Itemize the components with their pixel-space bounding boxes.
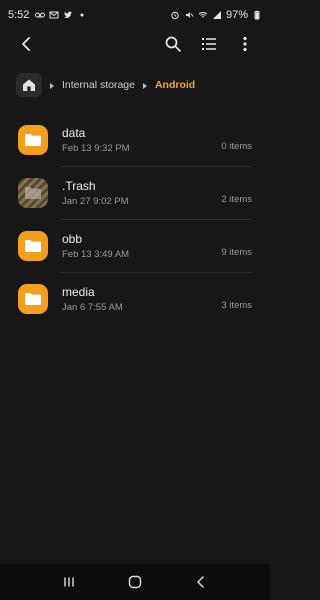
breadcrumb-internal-storage[interactable]: Internal storage xyxy=(62,79,135,91)
list-item[interactable]: media Jan 6 7:55 AM 3 items xyxy=(0,272,270,325)
battery-percent: 97% xyxy=(225,9,248,21)
battery-icon xyxy=(252,10,262,20)
file-date: Feb 13 3:49 AM xyxy=(62,248,130,260)
item-count: 9 items xyxy=(221,247,252,258)
file-name: media xyxy=(62,284,95,299)
list-item[interactable]: data Feb 13 9:32 PM 0 items xyxy=(0,113,270,166)
more-options-icon[interactable] xyxy=(234,33,256,55)
status-right: 97% xyxy=(170,9,262,21)
file-meta: media Jan 6 7:55 AM xyxy=(62,285,221,313)
item-count: 0 items xyxy=(221,141,252,152)
alarm-icon xyxy=(170,10,180,20)
file-list: data Feb 13 9:32 PM 0 items .Trash Jan 2… xyxy=(0,113,270,325)
status-bar: 5:52 97% xyxy=(0,0,270,30)
status-left: 5:52 xyxy=(8,9,87,21)
home-nav-icon[interactable] xyxy=(124,571,146,593)
back-nav-icon[interactable] xyxy=(190,571,212,593)
chevron-right-icon xyxy=(48,81,56,89)
hidden-folder-icon xyxy=(18,177,48,208)
home-button[interactable] xyxy=(16,73,42,97)
list-item[interactable]: obb Feb 13 3:49 AM 9 items xyxy=(0,219,270,272)
file-date: Feb 13 9:32 PM xyxy=(62,142,130,154)
file-date: Jan 6 7:55 AM xyxy=(62,301,123,313)
folder-icon xyxy=(18,124,48,155)
item-count: 2 items xyxy=(221,194,252,205)
folder-icon xyxy=(18,283,48,314)
file-name: .Trash xyxy=(62,178,96,193)
twitter-icon xyxy=(63,10,73,20)
mute-icon xyxy=(184,10,194,20)
status-time: 5:52 xyxy=(8,9,30,21)
file-name: obb xyxy=(62,231,83,246)
mail-icon xyxy=(49,10,59,20)
folder-icon xyxy=(18,230,48,261)
voicemail-icon xyxy=(35,10,46,20)
file-meta: obb Feb 13 3:49 AM xyxy=(62,232,221,260)
app-bar xyxy=(0,30,270,58)
app-actions xyxy=(162,33,256,55)
search-icon[interactable] xyxy=(162,33,184,55)
file-name: data xyxy=(62,125,86,140)
recent-apps-icon[interactable] xyxy=(58,571,80,593)
signal-icon xyxy=(212,10,222,20)
breadcrumb: Internal storage Android xyxy=(16,72,262,98)
wifi-icon xyxy=(198,10,208,20)
list-item[interactable]: .Trash Jan 27 9:02 PM 2 items xyxy=(0,166,270,219)
breadcrumb-android[interactable]: Android xyxy=(155,79,195,91)
dot-icon xyxy=(77,10,87,20)
home-icon xyxy=(23,79,35,91)
back-arrow-icon[interactable] xyxy=(16,33,38,55)
item-count: 3 items xyxy=(221,300,252,311)
file-meta: .Trash Jan 27 9:02 PM xyxy=(62,179,221,207)
navigation-bar xyxy=(0,564,270,600)
file-date: Jan 27 9:02 PM xyxy=(62,195,129,207)
list-view-icon[interactable] xyxy=(198,33,220,55)
file-meta: data Feb 13 9:32 PM xyxy=(62,126,221,154)
chevron-right-icon xyxy=(141,81,149,89)
